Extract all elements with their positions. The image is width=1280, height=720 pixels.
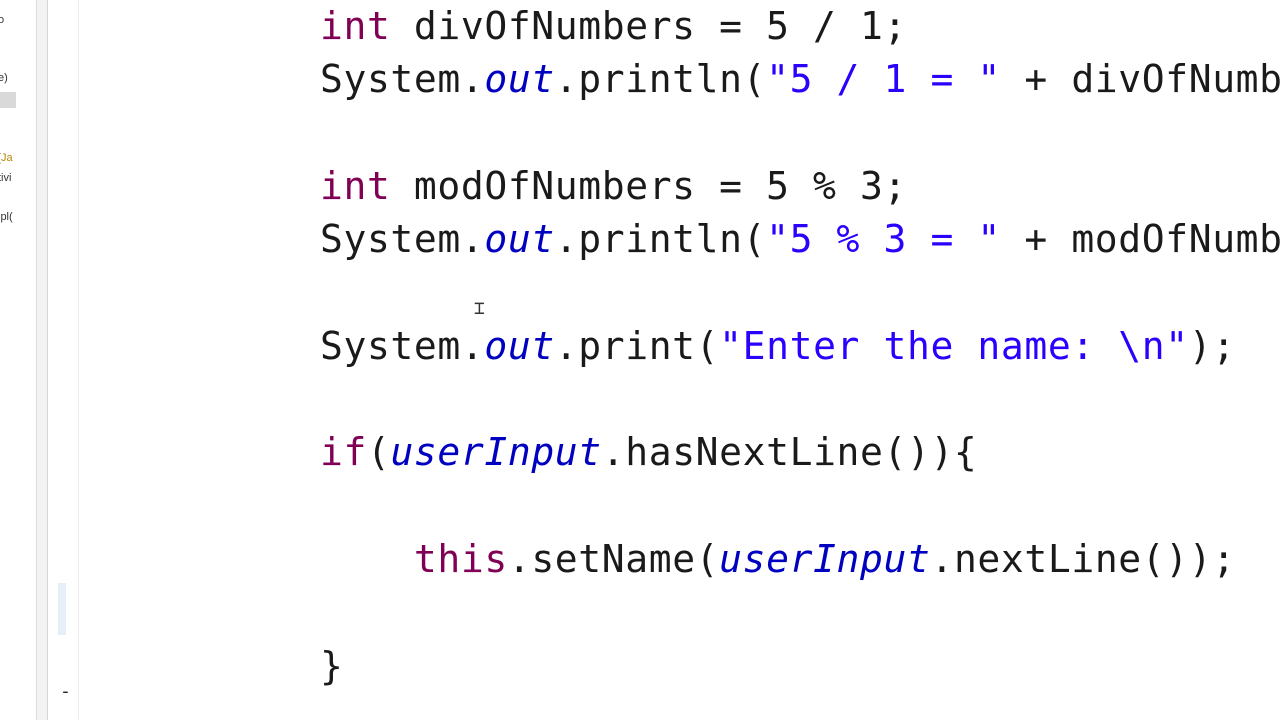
code-editor[interactable]: - int divOfNumbers = 5 / 1; System.out.pr… — [48, 0, 1280, 720]
code-token-plain: .print( — [554, 323, 720, 368]
code-line[interactable]: } — [320, 640, 1280, 693]
explorer-item[interactable]: ipl( — [0, 211, 13, 223]
code-line[interactable]: System.out.print("Enter the name: \n"); — [320, 320, 1280, 373]
code-token-kw: this — [413, 536, 508, 581]
code-token-plain: ); — [1188, 323, 1236, 368]
code-token-plain: divOfNumbers = 5 / 1; — [390, 4, 907, 48]
code-line[interactable] — [320, 107, 1280, 160]
explorer-item[interactable]: e) — [0, 72, 8, 84]
code-token-plain: modOfNumbers = 5 % 3; — [390, 163, 907, 208]
code-token-plain: ( — [366, 430, 391, 475]
code-line[interactable] — [320, 266, 1280, 319]
current-line-marker — [58, 583, 66, 635]
code-token-kw: if — [320, 430, 367, 475]
code-token-ivar: userInput — [390, 430, 602, 475]
code-token-plain: .setName( — [507, 536, 720, 581]
code-token-field: out — [484, 323, 555, 368]
code-token-str: "5 / 1 = " — [766, 57, 1001, 102]
explorer-item[interactable]: o — [0, 14, 4, 26]
jar-label: [Ja — [0, 152, 13, 164]
code-token-plain: .nextLine()); — [930, 536, 1236, 581]
code-token-plain: System. — [320, 57, 485, 102]
code-line[interactable] — [320, 373, 1280, 426]
code-line[interactable]: int divOfNumbers = 5 / 1; — [320, 0, 1280, 53]
code-line[interactable]: System.out.println("5 / 1 = " + divOfNum… — [320, 53, 1280, 106]
explorer-item-selected[interactable] — [0, 92, 16, 108]
code-text[interactable]: int divOfNumbers = 5 / 1; System.out.prin… — [320, 0, 1280, 693]
explorer-item[interactable]: tivi — [0, 172, 11, 184]
code-line[interactable] — [320, 480, 1280, 533]
code-token-plain: + modOfNumber — [1024, 217, 1280, 262]
code-token-str: "5 % 3 = " — [766, 217, 1001, 262]
text-cursor-icon: ⌶ — [474, 298, 485, 319]
code-line[interactable]: if(userInput.hasNextLine()){ — [320, 426, 1280, 479]
code-token-plain: System. — [320, 217, 485, 262]
code-line[interactable]: System.out.println("5 % 3 = " + modOfNum… — [320, 213, 1280, 266]
code-token-plain: + divOfNumber — [1024, 57, 1280, 102]
code-token-field: out — [484, 57, 555, 102]
code-token-plain: .println( — [554, 57, 767, 102]
code-token-ivar: userInput — [719, 536, 931, 581]
code-line[interactable]: int modOfNumbers = 5 % 3; — [320, 160, 1280, 213]
code-token-kw: int — [320, 163, 391, 208]
code-line[interactable] — [320, 586, 1280, 639]
code-token-plain: .println( — [554, 217, 767, 262]
package-explorer[interactable]: o e) [Ja tivi ipl( — [0, 0, 37, 720]
code-token-kw: int — [320, 4, 391, 48]
code-line[interactable]: this.setName(userInput.nextLine()); — [320, 533, 1280, 586]
code-token-plain: System. — [320, 323, 485, 368]
editor-ruler: - — [48, 0, 79, 720]
view-sash[interactable] — [37, 0, 48, 720]
code-token-plain: .hasNextLine()){ — [601, 430, 978, 475]
eclipse-window: o e) [Ja tivi ipl( - int divOfNumbers = … — [0, 0, 1280, 720]
fold-marker[interactable]: - — [60, 681, 71, 702]
explorer-item-jar[interactable]: [Ja — [0, 152, 13, 164]
code-token-field: out — [484, 217, 555, 262]
code-token-str: "Enter the name: \n" — [719, 323, 1189, 368]
code-token-plain: } — [320, 643, 344, 688]
